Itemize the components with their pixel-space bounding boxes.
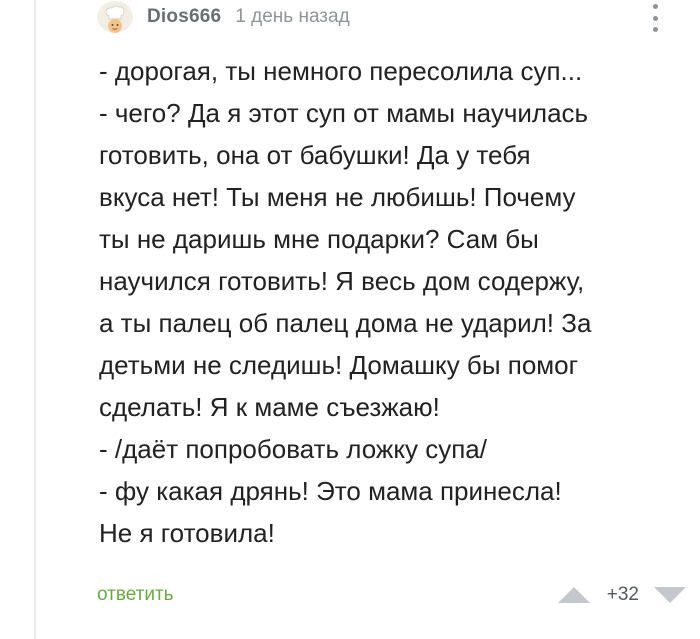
- reply-link[interactable]: ответить: [97, 584, 174, 606]
- rating-score: +32: [606, 584, 639, 605]
- vertical-dots-icon[interactable]: [645, 4, 665, 32]
- comment-line: научился готовить! Я весь дом содержу,: [99, 266, 585, 296]
- comment-footer: ответить +32: [97, 578, 687, 612]
- comment-line: а ты палец об палец дома не ударил! За: [99, 308, 592, 338]
- dot: [652, 15, 658, 21]
- comment-text: - дорогая, ты немного пересолила суп... …: [99, 50, 674, 554]
- comment-line: детьми не следишь! Домашку бы помог: [99, 350, 579, 380]
- dot: [652, 27, 658, 32]
- dot: [652, 4, 658, 9]
- upvote-arrow-icon[interactable]: [557, 585, 591, 605]
- downvote-arrow-icon[interactable]: [653, 585, 687, 605]
- comment-line: - чего? Да я этот суп от мамы научилась: [99, 98, 589, 128]
- chef-avatar-icon[interactable]: [97, 1, 133, 33]
- comment-line: готовить, она от бабушки! Да у тебя: [99, 140, 531, 170]
- comment-line: - /даёт попробовать ложку супа/: [99, 434, 487, 464]
- comment-line: ты не даришь мне подарки? Сам бы: [99, 224, 539, 254]
- comment-line: сделать! Я к маме съезжаю!: [99, 392, 440, 422]
- comment-line: вкуса нет! Ты меня не любишь! Почему: [99, 182, 576, 212]
- comment-line: Не я готовила!: [99, 518, 275, 548]
- thread-line: [34, 0, 36, 639]
- username[interactable]: Dios666: [147, 6, 221, 28]
- rating-controls: +32: [557, 584, 687, 606]
- comment-line: - дорогая, ты немного пересолила суп...: [99, 56, 583, 86]
- comment-timestamp[interactable]: 1 день назад: [235, 6, 349, 28]
- comment-header: Dios666 1 день назад: [97, 0, 687, 34]
- comment-line: - фу какая дрянь! Это мама принесла!: [99, 476, 562, 506]
